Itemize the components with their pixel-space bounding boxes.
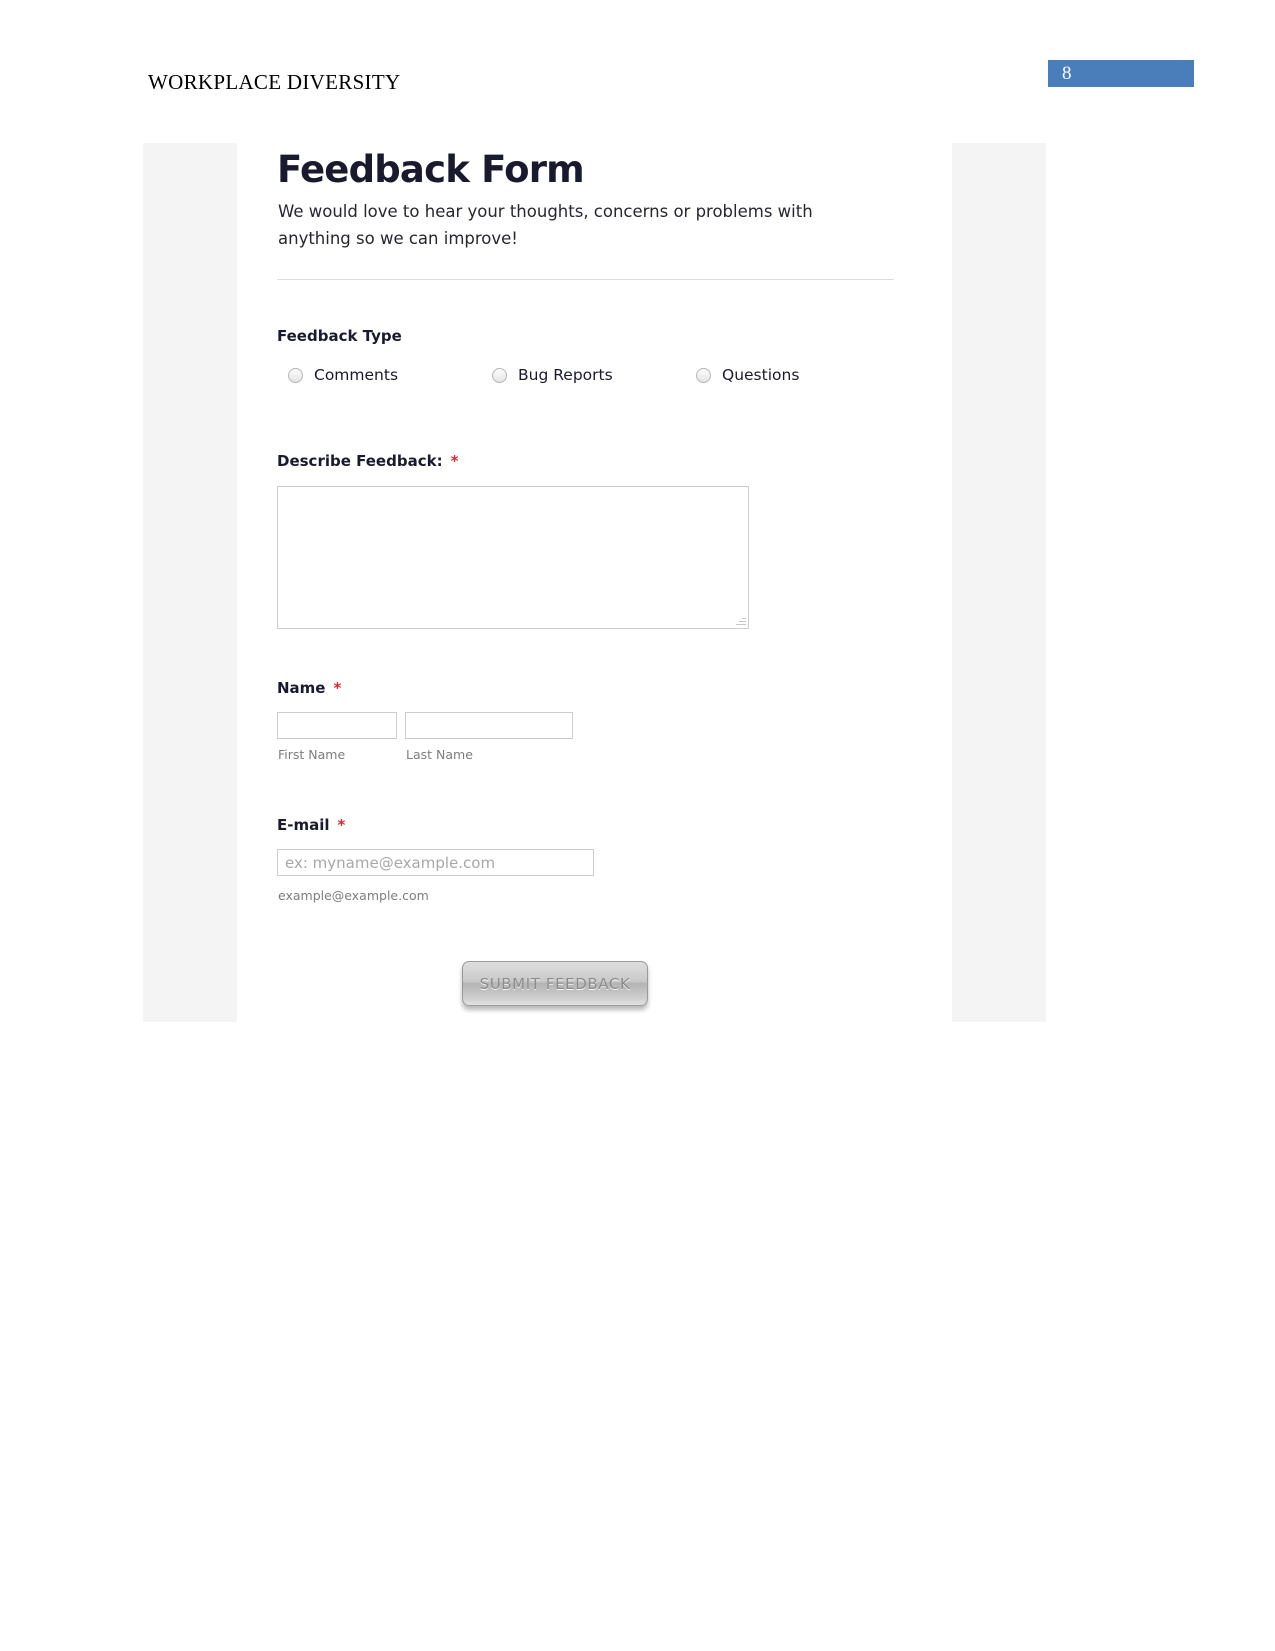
form-title: Feedback Form	[277, 148, 585, 191]
document-header: WORKPLACE DIVERSITY 8	[0, 0, 1275, 120]
name-label: Name *	[277, 679, 341, 697]
feedback-type-radio-group: Comments Bug Reports Questions	[277, 362, 894, 388]
describe-feedback-label: Describe Feedback: *	[277, 452, 458, 470]
running-head: WORKPLACE DIVERSITY	[148, 70, 401, 94]
required-asterisk: *	[333, 679, 342, 697]
feedback-type-label: Feedback Type	[277, 327, 402, 345]
form-right-gutter	[952, 143, 1046, 1022]
page-number: 8	[1062, 63, 1072, 84]
first-name-sublabel: First Name	[278, 747, 346, 762]
form-left-gutter	[143, 143, 237, 1022]
required-asterisk: *	[337, 816, 346, 834]
name-label-text: Name	[277, 679, 326, 697]
submit-feedback-button-label: SUBMIT FEEDBACK	[479, 974, 631, 993]
header-divider	[277, 279, 894, 280]
resize-handle-icon[interactable]	[734, 614, 746, 626]
submit-feedback-button[interactable]: SUBMIT FEEDBACK	[462, 961, 648, 1006]
first-name-input[interactable]	[277, 712, 397, 739]
required-asterisk: *	[450, 452, 459, 470]
last-name-input[interactable]	[405, 712, 573, 739]
last-name-sublabel: Last Name	[406, 747, 473, 762]
describe-feedback-label-text: Describe Feedback:	[277, 452, 443, 470]
email-input[interactable]: ex: myname@example.com	[277, 849, 594, 876]
radio-option-bug-reports[interactable]: Bug Reports	[492, 362, 613, 388]
radio-icon[interactable]	[696, 367, 711, 383]
radio-option-label: Questions	[722, 366, 800, 384]
radio-icon[interactable]	[492, 367, 507, 383]
email-label-text: E-mail	[277, 816, 330, 834]
radio-icon[interactable]	[288, 367, 303, 383]
feedback-form-screenshot: Feedback Form We would love to hear your…	[143, 143, 1046, 1022]
name-field-row	[277, 712, 707, 739]
radio-option-comments[interactable]: Comments	[288, 362, 398, 388]
radio-option-questions[interactable]: Questions	[696, 362, 799, 388]
email-hint: example@example.com	[278, 888, 429, 903]
page-number-badge: 8	[1048, 60, 1194, 87]
feedback-form: Feedback Form We would love to hear your…	[277, 143, 897, 1022]
radio-option-label: Bug Reports	[518, 366, 613, 384]
form-subtitle: We would love to hear your thoughts, con…	[278, 202, 813, 248]
email-placeholder: ex: myname@example.com	[285, 853, 496, 872]
describe-feedback-textarea[interactable]	[277, 486, 749, 629]
radio-option-label: Comments	[314, 366, 399, 384]
email-label: E-mail *	[277, 816, 345, 834]
